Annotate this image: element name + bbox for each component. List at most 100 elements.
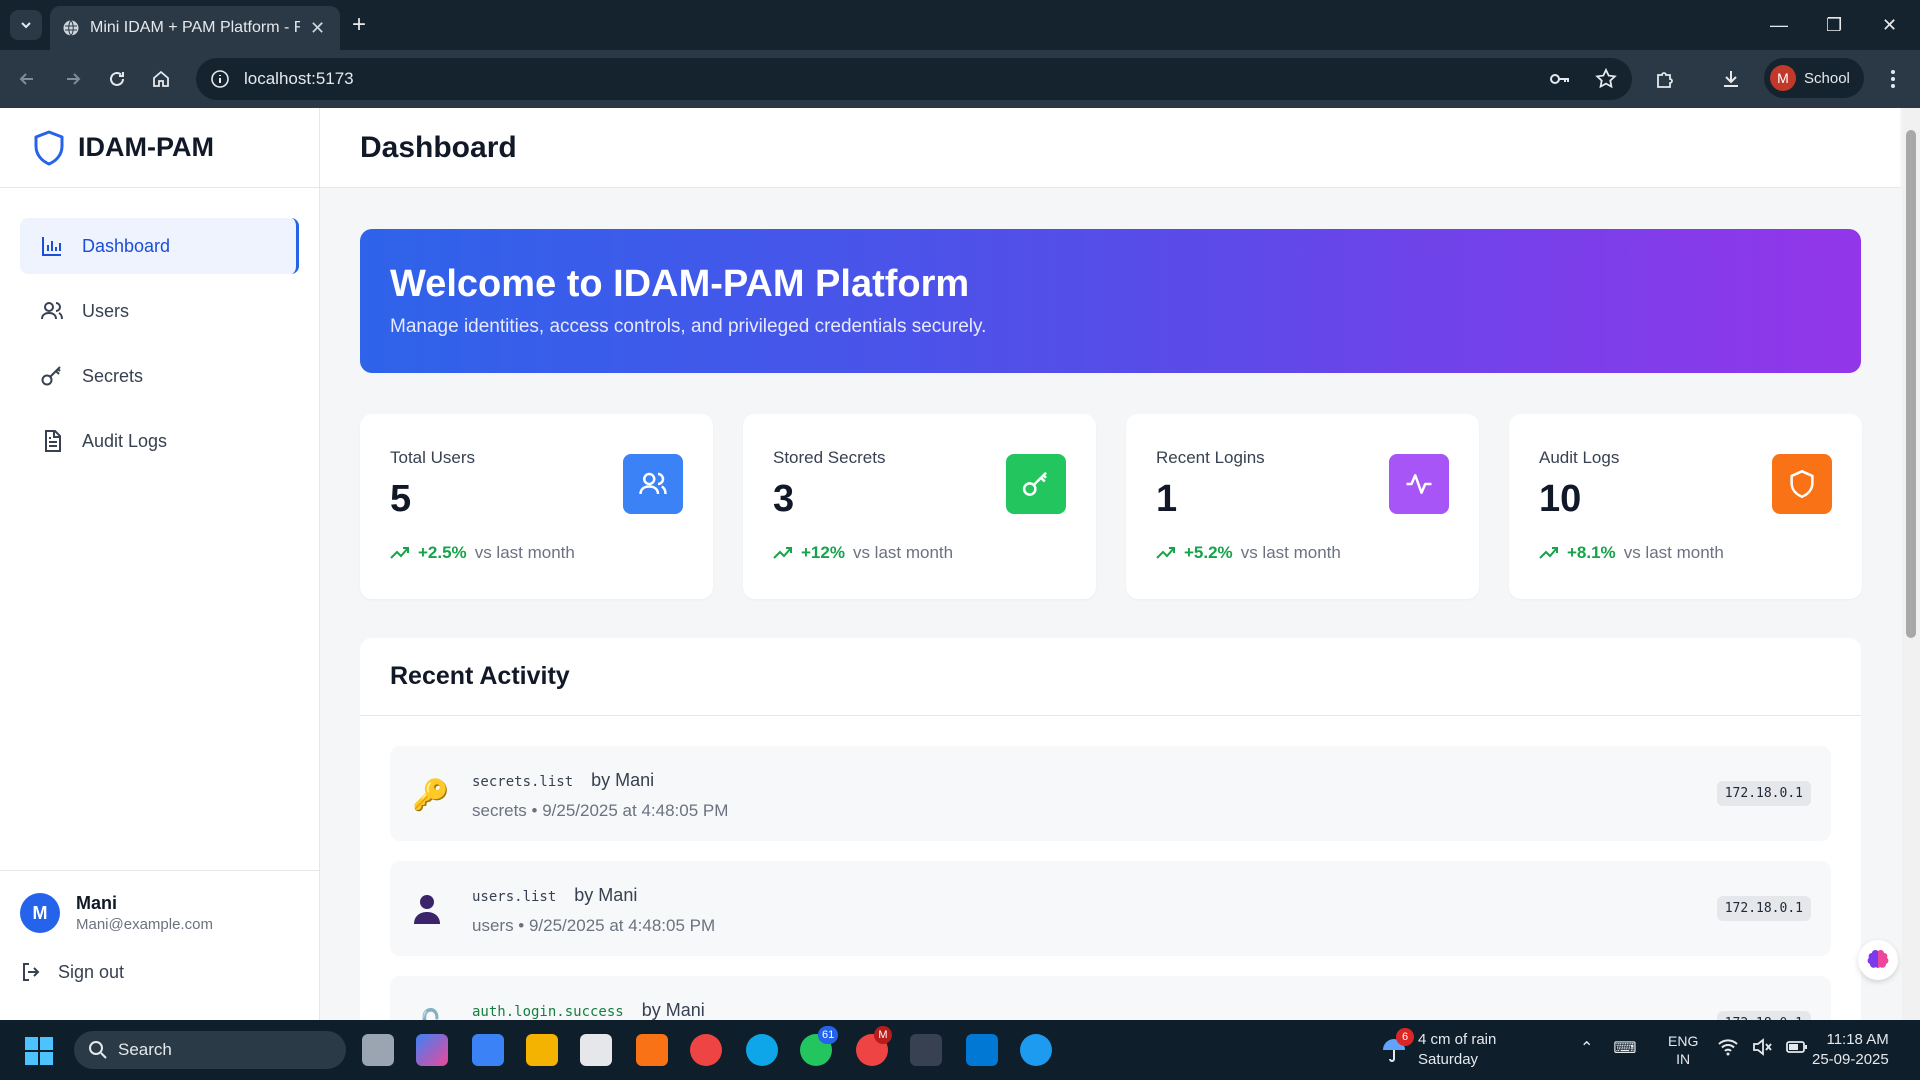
welcome-subtitle: Manage identities, access controls, and … (390, 316, 987, 337)
tab-search-button[interactable] (10, 10, 42, 40)
key-icon (1006, 454, 1066, 514)
tab-title: Mini IDAM + PAM Platform - Fu (90, 19, 300, 36)
trend-value: +2.5% (418, 543, 467, 562)
trending-up-icon (1539, 547, 1558, 559)
assistant-button[interactable] (1858, 940, 1898, 980)
activity-detail: secrets • 9/25/2025 at 4:48:05 PM (472, 801, 729, 820)
extensions-button[interactable] (1652, 66, 1678, 92)
language-indicator[interactable]: ENG IN (1668, 1032, 1698, 1068)
sidebar-item-secrets[interactable]: Secrets (20, 348, 299, 404)
activity-action: auth.login.success (472, 1004, 624, 1020)
taskbar-search[interactable]: Search (74, 1031, 346, 1069)
microsoft-store-icon[interactable] (580, 1034, 612, 1066)
weather-line2: Saturday (1418, 1051, 1479, 1068)
sign-out-button[interactable]: Sign out (20, 961, 300, 983)
brave-browser-icon[interactable] (636, 1034, 668, 1066)
file-explorer-icon[interactable] (526, 1034, 558, 1066)
stat-card-total-users: Total Users 5 +2.5% vs last month (360, 414, 713, 599)
sidebar-item-dashboard[interactable]: Dashboard (20, 218, 299, 274)
avatar[interactable]: M (20, 893, 60, 933)
list-item[interactable]: 🔑 secrets.list by Mani secrets • 9/25/20… (390, 746, 1831, 841)
ip-badge: 172.18.0.1 (1716, 781, 1811, 806)
stat-trend: +8.1% vs last month (1539, 543, 1832, 563)
browser-tab-bar: Mini IDAM + PAM Platform - Fu ✕ + — ❐ ✕ (0, 0, 1920, 50)
browser-toolbar: localhost:5173 M School (0, 50, 1920, 108)
browser-menu-button[interactable] (1880, 66, 1906, 92)
globe-icon (63, 20, 79, 36)
page-title: Dashboard (360, 130, 517, 164)
new-tab-button[interactable]: + (352, 10, 366, 40)
scrollbar-thumb[interactable] (1906, 130, 1916, 638)
profile-button[interactable]: M School (1764, 58, 1864, 98)
list-item[interactable]: users.list by Mani users • 9/25/2025 at … (390, 861, 1831, 956)
stat-trend: +2.5% vs last month (390, 543, 683, 563)
stat-card-recent-logins: Recent Logins 1 +5.2% vs last month (1126, 414, 1479, 599)
back-button[interactable] (14, 66, 40, 92)
trending-up-icon (390, 547, 409, 559)
welcome-banner: Welcome to IDAM-PAM Platform Manage iden… (360, 229, 1861, 373)
shield-logo-icon (34, 130, 64, 165)
search-label: Search (118, 1040, 172, 1059)
page-scrollbar[interactable] (1902, 108, 1920, 1020)
brand[interactable]: IDAM-PAM (0, 108, 319, 188)
activity-actor: by Mani (591, 770, 655, 790)
system-clock[interactable]: 11:18 AM 25-09-2025 (1812, 1030, 1889, 1070)
bookmark-star-icon[interactable] (1594, 67, 1618, 91)
chrome-profile-badge: M (874, 1026, 892, 1044)
trending-up-icon (1156, 547, 1175, 559)
welcome-title: Welcome to IDAM-PAM Platform (390, 263, 970, 305)
key-emoji-icon: 🔑 (412, 779, 450, 812)
home-button[interactable] (148, 66, 174, 92)
sidebar-item-label: Audit Logs (82, 430, 168, 451)
activity-list: 🔑 secrets.list by Mani secrets • 9/25/20… (360, 716, 1861, 1038)
tab-close-icon[interactable]: ✕ (310, 18, 325, 39)
user-email: Mani@example.com (76, 916, 213, 933)
task-view-icon[interactable] (362, 1034, 394, 1066)
stat-trend: +12% vs last month (773, 543, 1066, 563)
lang-line2: IN (1676, 1051, 1691, 1067)
sidebar-item-label: Secrets (82, 365, 144, 386)
chrome-icon[interactable] (690, 1034, 722, 1066)
sidebar-item-label: Dashboard (82, 235, 171, 256)
download-icon (1724, 71, 1738, 87)
user-silhouette-icon (412, 893, 442, 933)
downloads-button[interactable] (1718, 66, 1744, 92)
key-icon (41, 366, 61, 386)
terminal-icon[interactable] (910, 1034, 942, 1066)
lang-line1: ENG (1668, 1033, 1699, 1049)
browser-tab-active[interactable]: Mini IDAM + PAM Platform - Fu ✕ (50, 6, 340, 50)
site-info-icon[interactable] (210, 69, 230, 89)
notepad-icon[interactable] (472, 1034, 504, 1066)
password-key-icon[interactable] (1548, 67, 1572, 91)
chevron-down-icon (21, 22, 31, 29)
keyboard-icon[interactable]: ⌨ (1613, 1038, 1636, 1058)
sidebar-item-users[interactable]: Users (20, 283, 299, 339)
sidebar: IDAM-PAM Dashboard Users Secrets Audit L… (0, 108, 320, 1020)
wifi-icon (1718, 1039, 1738, 1056)
whatsapp-badge: 61 (818, 1026, 839, 1044)
windows-start-button[interactable] (24, 1036, 54, 1071)
chevron-up-icon[interactable]: ⌃ (1580, 1038, 1593, 1058)
quick-settings[interactable] (1718, 1038, 1808, 1056)
minimize-button[interactable]: — (1770, 10, 1788, 40)
trending-up-icon (773, 547, 792, 559)
close-window-button[interactable]: ✕ (1882, 10, 1897, 40)
vscode-icon[interactable] (966, 1034, 998, 1066)
activity-detail: users • 9/25/2025 at 4:48:05 PM (472, 916, 716, 935)
edge-icon[interactable] (746, 1034, 778, 1066)
docker-icon[interactable] (1020, 1034, 1052, 1066)
recent-activity-panel: Recent Activity 🔑 secrets.list by Mani s… (360, 638, 1861, 1038)
user-name: Mani (76, 893, 118, 913)
sidebar-item-audit-logs[interactable]: Audit Logs (20, 413, 299, 469)
reload-button[interactable] (104, 66, 130, 92)
trend-text: vs last month (852, 543, 954, 562)
battery-icon (1786, 1041, 1807, 1053)
sidebar-nav: Dashboard Users Secrets Audit Logs (0, 188, 319, 508)
weather-line1: 4 cm of rain (1418, 1031, 1497, 1048)
trend-value: +12% (801, 543, 845, 562)
copilot-icon[interactable] (416, 1034, 448, 1066)
profile-label: School (1804, 69, 1850, 87)
address-bar[interactable]: localhost:5173 (196, 58, 1632, 100)
restore-button[interactable]: ❐ (1826, 10, 1842, 40)
forward-button[interactable] (60, 66, 86, 92)
